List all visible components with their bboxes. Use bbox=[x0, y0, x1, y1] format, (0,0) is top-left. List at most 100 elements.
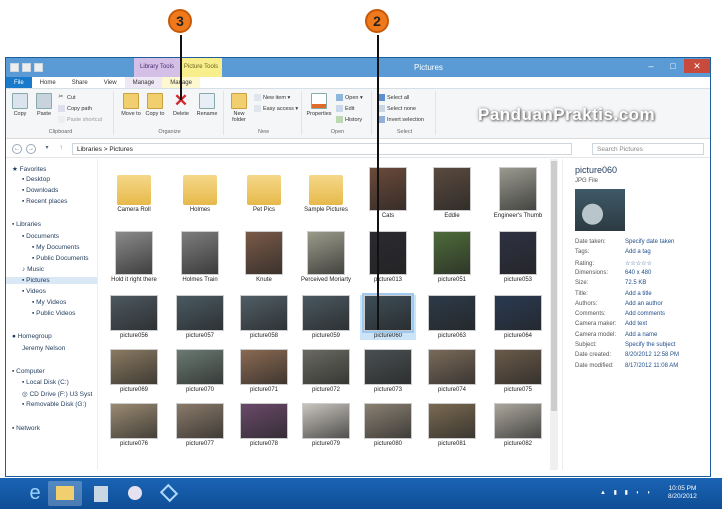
tab-share[interactable]: Share bbox=[64, 77, 96, 88]
property-value[interactable]: Add comments bbox=[625, 311, 665, 317]
picture-item[interactable]: Cats bbox=[360, 167, 416, 220]
picture-item[interactable]: picture058 bbox=[236, 295, 292, 340]
tab-file[interactable]: File bbox=[6, 77, 32, 88]
picture-item[interactable]: picture074 bbox=[424, 349, 480, 394]
picture-item[interactable]: picture051 bbox=[424, 231, 480, 284]
file-explorer-taskbar-icon[interactable] bbox=[48, 481, 82, 506]
easy-access-button[interactable]: Easy access ▾ bbox=[254, 105, 298, 112]
invert-selection-button[interactable]: Invert selection bbox=[378, 116, 424, 123]
picture-item[interactable]: picture082 bbox=[490, 403, 546, 448]
history-dropdown-icon[interactable]: ▾ bbox=[42, 144, 52, 154]
picture-item[interactable]: Knute bbox=[236, 231, 292, 284]
nav-downloads[interactable]: ▪ Downloads bbox=[22, 187, 58, 194]
open-button[interactable]: Open ▾ bbox=[336, 94, 363, 101]
nav-public-documents[interactable]: ▪ Public Documents bbox=[32, 255, 89, 262]
property-value[interactable]: 640 x 480 bbox=[625, 270, 651, 276]
picture-item[interactable]: picture076 bbox=[106, 403, 162, 448]
property-value[interactable]: 8/17/2012 11:08 AM bbox=[625, 363, 678, 369]
nav-network[interactable]: ▪ Network bbox=[12, 425, 40, 432]
picture-item[interactable]: picture072 bbox=[298, 349, 354, 394]
tab-home[interactable]: Home bbox=[32, 77, 64, 88]
rename-button[interactable]: Rename bbox=[194, 93, 220, 117]
nav-documents[interactable]: ▪ Documents bbox=[22, 233, 59, 240]
select-all-button[interactable]: Select all bbox=[378, 94, 409, 101]
nav-my-videos[interactable]: ▪ My Videos bbox=[32, 299, 66, 306]
copy-path-button[interactable]: Copy path bbox=[58, 105, 92, 112]
nav-my-documents[interactable]: ▪ My Documents bbox=[32, 244, 79, 251]
maximize-button[interactable]: □ bbox=[662, 59, 684, 73]
property-value[interactable]: ☆☆☆☆☆ bbox=[625, 261, 652, 267]
nav-libraries[interactable]: ▪ Libraries bbox=[12, 221, 41, 228]
forward-button[interactable]: → bbox=[26, 144, 36, 154]
ie-icon[interactable]: e bbox=[18, 481, 52, 506]
nav-homegroup[interactable]: ● Homegroup bbox=[12, 333, 52, 340]
new-folder-button[interactable]: New folder bbox=[228, 93, 250, 123]
up-button[interactable]: ↑ bbox=[56, 144, 66, 154]
picture-item[interactable]: picture057 bbox=[172, 295, 228, 340]
app2-taskbar-icon[interactable] bbox=[118, 481, 152, 506]
minimize-button[interactable]: – bbox=[640, 59, 662, 73]
picture-item[interactable]: Holmes Train bbox=[172, 231, 228, 284]
app-taskbar-icon[interactable] bbox=[84, 481, 118, 506]
picture-item[interactable]: picture053 bbox=[490, 231, 546, 284]
picture-item[interactable]: picture056 bbox=[106, 295, 162, 340]
picture-item[interactable]: picture060 bbox=[360, 293, 416, 340]
picture-item[interactable]: picture013 bbox=[360, 231, 416, 284]
picture-item[interactable]: picture073 bbox=[360, 349, 416, 394]
picture-item[interactable]: picture077 bbox=[172, 403, 228, 448]
picture-item[interactable]: picture078 bbox=[236, 403, 292, 448]
paste-button[interactable]: Paste bbox=[34, 93, 54, 117]
properties-button[interactable]: Properties bbox=[306, 93, 332, 117]
system-tray-icons[interactable]: ▲ ▮ ▮ ◖ ◗ bbox=[600, 489, 653, 496]
tab-manage-library[interactable]: Manage bbox=[124, 77, 163, 88]
property-value[interactable]: Add a title bbox=[625, 291, 652, 297]
move-to-button[interactable]: Move to bbox=[120, 93, 142, 117]
folder-item[interactable]: Camera Roll bbox=[106, 167, 162, 214]
picture-item[interactable]: Perceived Moriarty bbox=[298, 231, 354, 284]
copy-to-button[interactable]: Copy to bbox=[144, 93, 166, 117]
close-button[interactable]: ✕ bbox=[684, 59, 710, 73]
paste-shortcut-button[interactable]: Paste shortcut bbox=[58, 116, 102, 123]
library-tools-tab[interactable]: Library Tools bbox=[134, 58, 180, 77]
property-value[interactable]: Specify date taken bbox=[625, 239, 674, 245]
vertical-scrollbar[interactable] bbox=[550, 159, 558, 470]
picture-item[interactable]: picture081 bbox=[424, 403, 480, 448]
picture-item[interactable]: picture070 bbox=[172, 349, 228, 394]
nav-computer[interactable]: ▪ Computer bbox=[12, 368, 45, 375]
folder-item[interactable]: Holmes bbox=[172, 167, 228, 214]
picture-tools-tab[interactable]: Picture Tools bbox=[180, 58, 222, 77]
property-value[interactable]: Add an author bbox=[625, 301, 663, 307]
nav-videos[interactable]: ▪ Videos bbox=[22, 288, 46, 295]
picture-item[interactable]: picture064 bbox=[490, 295, 546, 340]
picture-item[interactable]: picture063 bbox=[424, 295, 480, 340]
search-input[interactable]: Search Pictures bbox=[592, 143, 704, 155]
new-item-button[interactable]: New item ▾ bbox=[254, 94, 290, 101]
nav-local-disk[interactable]: ▪ Local Disk (C:) bbox=[22, 379, 69, 386]
cut-button[interactable]: ✂ Cut bbox=[58, 94, 76, 101]
quick-access-toolbar[interactable] bbox=[10, 63, 43, 72]
app3-taskbar-icon[interactable] bbox=[152, 481, 186, 506]
folder-item[interactable]: Sample Pictures bbox=[298, 167, 354, 214]
history-button[interactable]: History bbox=[336, 116, 362, 123]
property-value[interactable]: 72.5 KB bbox=[625, 280, 646, 286]
picture-item[interactable]: picture075 bbox=[490, 349, 546, 394]
nav-favorites[interactable]: ★ Favorites bbox=[12, 165, 46, 173]
property-value[interactable]: Add text bbox=[625, 321, 647, 327]
picture-item[interactable]: picture069 bbox=[106, 349, 162, 394]
select-none-button[interactable]: Select none bbox=[378, 105, 416, 112]
folder-item[interactable]: Pet Pics bbox=[236, 167, 292, 214]
scrollbar-thumb[interactable] bbox=[551, 161, 557, 411]
property-value[interactable]: Add a tag bbox=[625, 249, 651, 255]
nav-public-videos[interactable]: ▪ Public Videos bbox=[32, 310, 75, 317]
nav-removable-disk[interactable]: ▪ Removable Disk (G:) bbox=[22, 401, 86, 408]
nav-desktop[interactable]: ▪ Desktop bbox=[22, 176, 50, 183]
picture-item[interactable]: picture079 bbox=[298, 403, 354, 448]
nav-cd-drive[interactable]: ◎ CD Drive (F:) U3 Syst bbox=[22, 390, 92, 398]
nav-jeremy-nelson[interactable]: Jeremy Nelson bbox=[22, 345, 65, 352]
picture-item[interactable]: picture080 bbox=[360, 403, 416, 448]
nav-pictures[interactable]: ▪ Pictures bbox=[6, 277, 97, 284]
picture-item[interactable]: picture071 bbox=[236, 349, 292, 394]
picture-item[interactable]: Eddie bbox=[424, 167, 480, 220]
nav-recent-places[interactable]: ▪ Recent places bbox=[22, 198, 67, 205]
edit-button[interactable]: Edit bbox=[336, 105, 354, 112]
